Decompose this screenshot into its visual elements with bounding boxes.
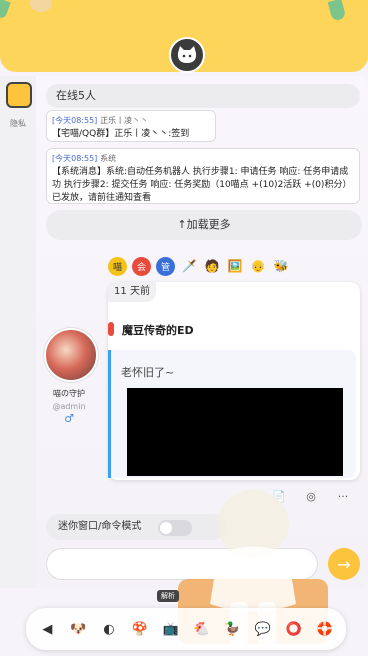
post-actions: 📄 ◎ ···: [272, 490, 350, 503]
tv-icon[interactable]: 📺: [160, 618, 182, 640]
cloud-decoration: [30, 0, 52, 12]
app-header: [0, 0, 368, 73]
title-marker: [108, 322, 114, 336]
message-time: [今天08:55]: [52, 154, 98, 163]
post-content: 老怀旧了~: [121, 366, 175, 379]
chat-message: [今天08:55] 系统 【系统消息】系统:自动任务机器人 执行步骤1: 申请任…: [46, 148, 360, 204]
privacy-label: 隐私: [10, 119, 26, 128]
picture-icon[interactable]: 🖼️: [226, 257, 244, 275]
message-text: 【系统消息】系统:自动任务机器人 执行步骤1: 申请任务 响应: 任务申请成功 …: [52, 167, 352, 203]
author-handle: @admin: [52, 402, 86, 411]
circle-icon[interactable]: ⭕: [283, 618, 305, 640]
lifebuoy-icon[interactable]: 🛟: [314, 618, 336, 640]
post-card[interactable]: 11 天前 魔豆传奇的ED 老怀旧了~: [108, 282, 360, 480]
cat-face-icon[interactable]: [169, 37, 205, 73]
chat-input[interactable]: [46, 548, 318, 580]
more-icon[interactable]: ···: [336, 490, 350, 503]
member-chip[interactable]: 会: [132, 256, 151, 276]
message-sender: 系统: [100, 154, 117, 163]
chat-message: [今天08:55] 正乐丨凌丶丶 【宅喵/QQ群】正乐丨凌丶丶:签到: [46, 110, 216, 142]
chat-bubble-icon[interactable]: 💬: [252, 618, 274, 640]
chicken-icon[interactable]: 🐔: [190, 618, 212, 640]
message-text: 【宅喵/QQ群】正乐丨凌丶丶:签到: [52, 129, 190, 139]
meow-chip[interactable]: 喵: [108, 256, 127, 276]
mushroom-icon[interactable]: 🍄: [129, 618, 151, 640]
load-more-button[interactable]: ↑加载更多: [46, 210, 362, 240]
online-count[interactable]: 在线5人: [46, 84, 360, 108]
male-icon: ♂: [64, 412, 74, 425]
left-sidebar: 隐私: [0, 76, 37, 588]
leaf-decoration: [0, 0, 11, 20]
author-name: 喵の守护: [53, 389, 85, 398]
tool-row: 喵 会 管 🗡️ 🧑 🖼️ 👴 🐝: [108, 256, 290, 276]
old-man-icon[interactable]: 👴: [249, 257, 267, 275]
mini-mode-toggle[interactable]: [158, 520, 192, 536]
mini-mode-label: 迷你窗口/命令模式: [46, 514, 226, 540]
document-icon[interactable]: 📄: [272, 490, 286, 503]
eye-icon[interactable]: ◎: [304, 490, 318, 503]
post-body: 老怀旧了~: [108, 350, 356, 478]
privacy-icon[interactable]: [6, 82, 32, 108]
chat-panel: 在线5人 [今天08:55] 正乐丨凌丶丶 【宅喵/QQ群】正乐丨凌丶丶:签到 …: [36, 76, 368, 588]
avatar[interactable]: [44, 328, 98, 382]
admin-chip[interactable]: 管: [156, 256, 175, 276]
dock-tooltip: 解析: [157, 590, 179, 602]
message-time: [今天08:55]: [52, 116, 98, 125]
post-author[interactable]: 喵の守护 @admin ♂: [44, 328, 98, 425]
back-icon[interactable]: ◀: [36, 618, 58, 640]
message-sender: 正乐丨凌丶丶: [100, 116, 149, 125]
video-thumbnail[interactable]: [127, 388, 343, 476]
post-title: 魔豆传奇的ED: [122, 324, 194, 337]
half-circle-icon[interactable]: ◐: [98, 618, 120, 640]
post-time: 11 天前: [108, 282, 156, 302]
dog-icon[interactable]: 🐶: [67, 618, 89, 640]
leaf-decoration: [327, 0, 347, 22]
bottom-dock: ◀ 🐶 ◐ 🍄 📺 🐔 🦆 💬 ⭕ 🛟: [26, 608, 346, 650]
send-button[interactable]: →: [328, 548, 360, 580]
duck-icon[interactable]: 🦆: [221, 618, 243, 640]
person-icon[interactable]: 🧑: [203, 257, 221, 275]
bee-icon[interactable]: 🐝: [272, 257, 290, 275]
sword-icon[interactable]: 🗡️: [180, 257, 198, 275]
